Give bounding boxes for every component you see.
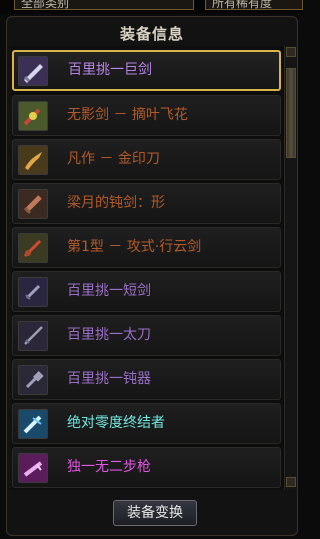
rifle-icon	[18, 453, 48, 483]
top-filter-bar: 全部类别 所有稀有度	[0, 0, 304, 14]
equipment-item[interactable]: 百里挑一钝器	[12, 359, 281, 400]
equipment-item[interactable]: 第1型 － 攻式·行云剑	[12, 227, 281, 268]
equipment-item[interactable]: 百里挑一短剑	[12, 271, 281, 312]
scroll-thumb[interactable]	[286, 68, 296, 158]
scroll-down-arrow-icon[interactable]	[286, 477, 296, 487]
equipment-item-name: 凡作 － 金印刀	[67, 151, 160, 167]
equipment-item[interactable]: 梁月的钝剑：形	[12, 183, 281, 224]
blade-icon	[18, 145, 48, 175]
equipment-item[interactable]: 独一无二步枪	[12, 447, 281, 488]
greatsword-icon	[18, 56, 48, 86]
equipment-item-name: 独一无二步枪	[67, 459, 151, 475]
change-equipment-button[interactable]: 装备变换	[113, 500, 197, 526]
equipment-item-name: 第1型 － 攻式·行云剑	[67, 239, 202, 255]
katana-icon	[18, 321, 48, 351]
sword-icon	[18, 233, 48, 263]
scroll-up-arrow-icon[interactable]	[286, 47, 296, 57]
ice-sword-icon	[18, 409, 48, 439]
equipment-item[interactable]: 百里挑一太刀	[12, 315, 281, 356]
category-dropdown[interactable]: 全部类别	[14, 0, 194, 10]
panel-title: 装备信息	[119, 25, 184, 43]
equipment-item-name: 百里挑一短剑	[67, 283, 151, 299]
blunt-sword-icon	[18, 189, 48, 219]
equipment-item-name: 梁月的钝剑：形	[67, 195, 165, 211]
equipment-item-name: 百里挑一钝器	[67, 371, 151, 387]
sword-gem-icon	[18, 101, 48, 131]
club-icon	[18, 365, 48, 395]
equipment-item[interactable]: 绝对零度终结者	[12, 403, 281, 444]
rarity-dropdown[interactable]: 所有稀有度	[205, 0, 303, 10]
equipment-item-name: 百里挑一太刀	[67, 327, 151, 343]
equipment-item[interactable]: 无影剑 － 摘叶飞花	[12, 95, 281, 136]
equipment-item[interactable]: 百里挑一巨剑	[12, 50, 281, 91]
equipment-item-name: 绝对零度终结者	[67, 415, 165, 431]
list-scrollbar[interactable]	[284, 46, 297, 490]
equipment-item[interactable]: 凡作 － 金印刀	[12, 139, 281, 180]
equipment-item-name: 百里挑一巨剑	[68, 62, 152, 78]
equipment-item-name: 无影剑 － 摘叶飞花	[67, 107, 188, 123]
shortsword-icon	[18, 277, 48, 307]
